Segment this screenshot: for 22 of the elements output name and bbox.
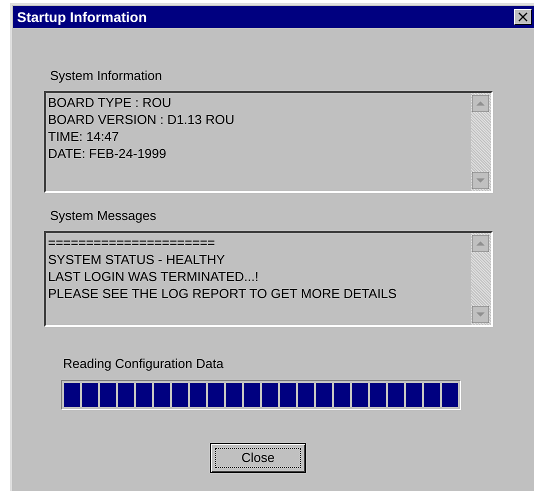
scrollbar[interactable] — [471, 233, 491, 325]
text-area[interactable]: BOARD TYPE : ROU BOARD VERSION : D1.13 ROU TIME: 14:47 DATE: FEB-24-1999 — [44, 91, 493, 193]
text-line: DATE: FEB-24-1999 — [48, 145, 168, 162]
scroll-up-icon[interactable] — [472, 95, 489, 112]
text-line: LAST LOGIN WAS TERMINATED...! — [48, 268, 260, 285]
text-line: SYSTEM STATUS - HEALTHY — [48, 251, 226, 268]
close-button[interactable]: × — [514, 9, 532, 25]
scroll-up-icon[interactable] — [472, 235, 489, 252]
section-label: System Information — [50, 68, 162, 83]
scrollbar[interactable] — [471, 93, 491, 191]
close-dialog-button[interactable]: Close — [210, 443, 306, 473]
section-label: System Messages — [50, 208, 156, 223]
text-line: BOARD TYPE : ROU — [48, 94, 172, 111]
text-line: ====================== — [48, 234, 216, 251]
scroll-down-icon[interactable] — [472, 306, 489, 323]
text-area[interactable]: ====================== SYSTEM STATUS - HEALTHY LAST LOGIN WAS TERMINATED...! PLEASE SEE THE LOG REPORT TO GET MORE DETAILS — [44, 231, 493, 327]
text-line: PLEASE SEE THE LOG REPORT TO GET MORE DETAILS — [48, 285, 397, 302]
progress-label: Reading Configuration Data — [63, 356, 224, 371]
text-line: BOARD VERSION : D1.13 ROU — [48, 111, 234, 128]
window-title: Startup Information — [17, 9, 147, 25]
scroll-down-icon[interactable] — [472, 172, 489, 189]
text-line: TIME: 14:47 — [48, 128, 120, 145]
